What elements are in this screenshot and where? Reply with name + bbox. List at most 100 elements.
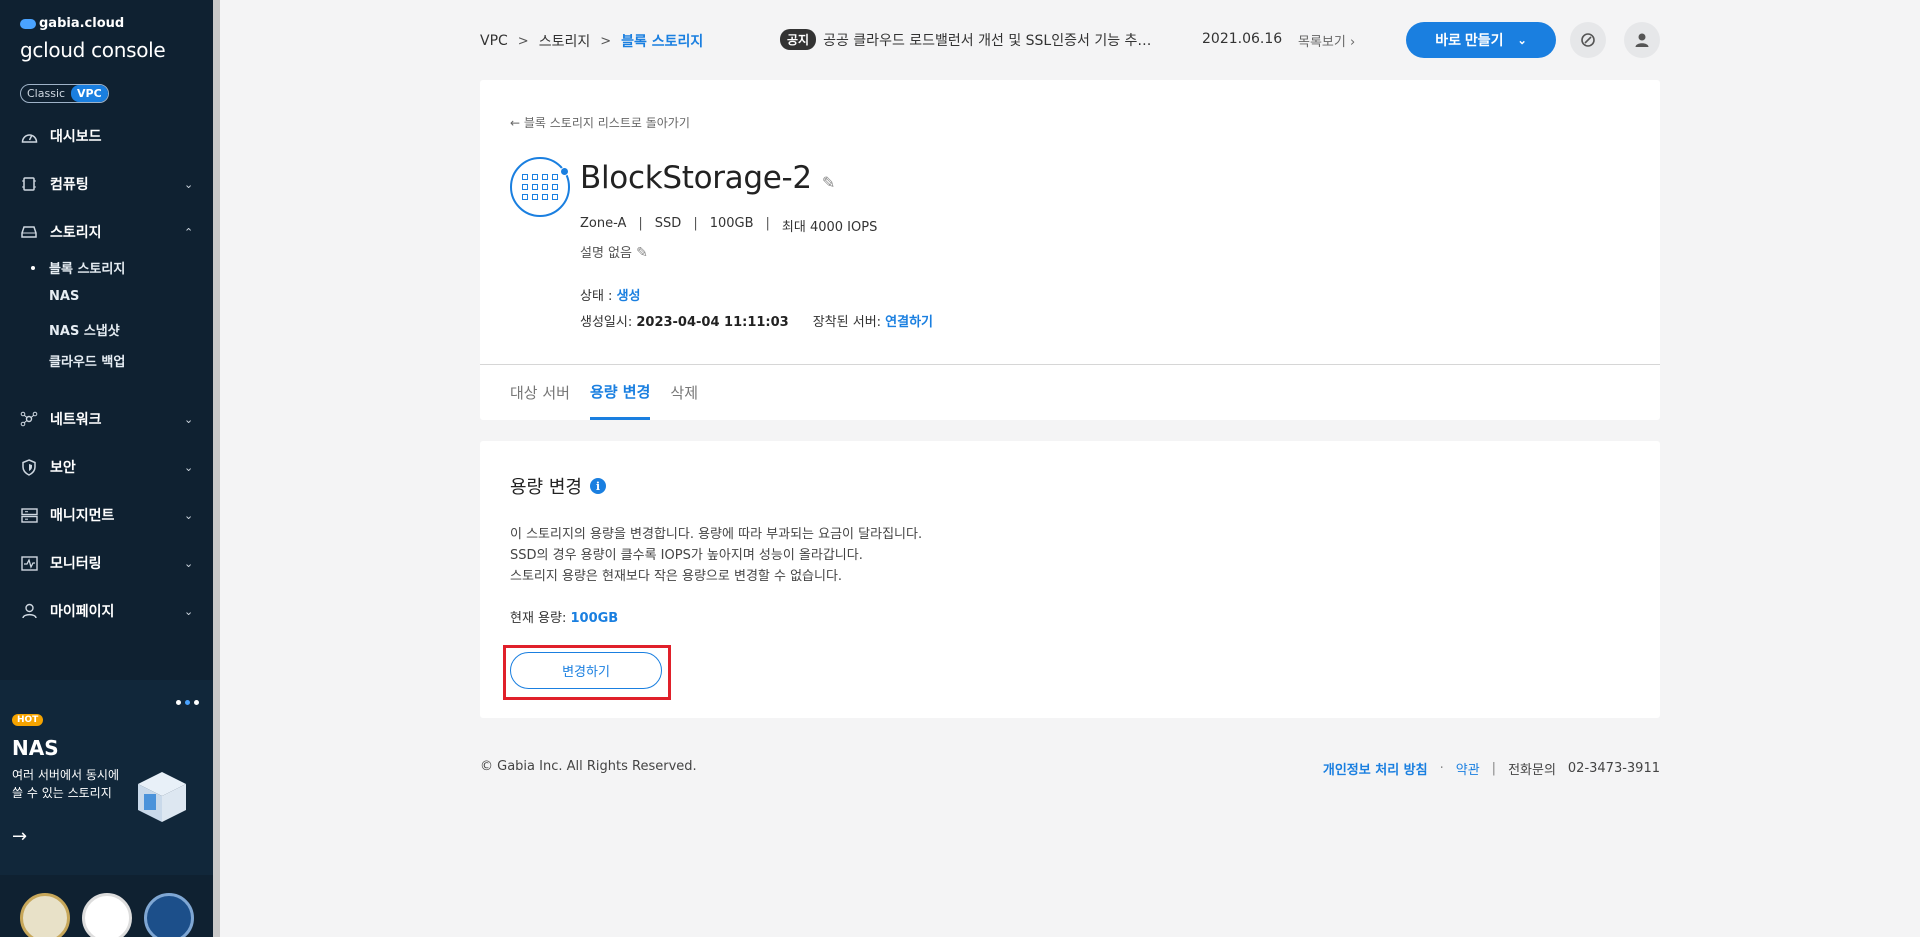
- privacy-policy-link[interactable]: 개인정보 처리 방침: [1323, 759, 1428, 778]
- sidebar-item-computing[interactable]: 컴퓨팅 ⌄: [0, 172, 213, 196]
- carousel-dot[interactable]: [176, 700, 181, 705]
- create-button[interactable]: 바로 만들기 ⌄: [1406, 22, 1556, 58]
- mode-toggle[interactable]: Classic VPC: [20, 84, 109, 103]
- current-capacity: 현재 용량: 100GB: [510, 607, 618, 626]
- sidebar-item-mypage[interactable]: 마이페이지 ⌄: [0, 599, 213, 623]
- breadcrumb-vpc[interactable]: VPC: [480, 33, 508, 49]
- storage-specs: Zone-A | SSD | 100GB | 최대 4000 IOPS: [580, 216, 877, 235]
- breadcrumb: VPC > 스토리지 > 블록 스토리지: [480, 31, 703, 51]
- active-dot: [31, 266, 35, 270]
- description-text: 설명 없음: [580, 246, 632, 261]
- gabia-logo[interactable]: gabia.cloud: [20, 16, 124, 31]
- sidebar-scrollbar[interactable]: [213, 0, 220, 937]
- capacity-desc-line: 이 스토리지의 용량을 변경합니다. 용량에 따라 부과되는 요금이 달라집니다…: [510, 527, 923, 542]
- chat-button[interactable]: [1570, 22, 1606, 58]
- console-title[interactable]: gcloud console: [20, 38, 166, 62]
- footer-links: 개인정보 처리 방침 · 약관 | 전화문의 02-3473-3911: [1323, 759, 1660, 778]
- chevron-down-icon: ⌄: [1517, 34, 1527, 47]
- capacity-card: 용량 변경 i 이 스토리지의 용량을 변경합니다. 용량에 따라 부과되는 요…: [480, 441, 1660, 718]
- chevron-down-icon: ⌄: [184, 556, 194, 570]
- carousel-dots[interactable]: [176, 700, 199, 705]
- cloud-logo-icon: [20, 18, 36, 29]
- create-button-label: 바로 만들기: [1435, 32, 1504, 48]
- capacity-desc-line: 스토리지 용량은 현재보다 작은 용량으로 변경할 수 없습니다.: [510, 569, 843, 584]
- notice-more-link[interactable]: 목록보기 ›: [1298, 31, 1355, 50]
- sidebar-item-label: 보안: [50, 460, 76, 476]
- spec-separator: |: [765, 216, 770, 231]
- breadcrumb-current: 블록 스토리지: [621, 34, 704, 50]
- sidebar-item-storage[interactable]: 스토리지 ⌃: [0, 220, 213, 244]
- chevron-down-icon: ⌄: [184, 604, 194, 618]
- storage-icon: [20, 223, 38, 241]
- user-icon: [1635, 33, 1649, 47]
- mode-vpc[interactable]: VPC: [71, 85, 108, 102]
- edit-description-icon[interactable]: ✎: [636, 245, 648, 261]
- sidebar-subitem-label: NAS 스냅샷: [49, 324, 120, 339]
- breadcrumb-storage[interactable]: 스토리지: [539, 31, 591, 51]
- promo-desc: 여러 서버에서 동시에 쓸 수 있는 스토리지: [12, 766, 132, 802]
- tab-delete[interactable]: 삭제: [670, 365, 698, 420]
- sidebar-item-monitoring[interactable]: 모니터링 ⌄: [0, 551, 213, 575]
- chip-icon: [20, 175, 38, 193]
- status-dot: [560, 167, 569, 176]
- tab-target-server[interactable]: 대상 서버: [510, 365, 570, 420]
- capacity-description: 이 스토리지의 용량을 변경합니다. 용량에 따라 부과되는 요금이 달라집니다…: [510, 524, 922, 587]
- phone-number: 02-3473-3911: [1567, 761, 1660, 776]
- phone-label: 전화문의: [1508, 763, 1556, 778]
- sidebar-item-security[interactable]: 보안 ⌄: [0, 455, 213, 479]
- hot-badge: HOT: [12, 714, 44, 726]
- topbar: VPC > 스토리지 > 블록 스토리지 공지 공공 클라우드 로드밸런서 개선…: [480, 22, 1660, 58]
- breadcrumb-separator-icon: >: [517, 33, 529, 49]
- mode-classic[interactable]: Classic: [21, 85, 71, 102]
- sidebar-item-label: 스토리지: [50, 225, 102, 241]
- created-info: 생성일시: 2023-04-04 11:11:03: [580, 311, 789, 330]
- connect-server-link[interactable]: 연결하기: [885, 315, 933, 330]
- info-icon[interactable]: i: [589, 478, 606, 494]
- carousel-dot[interactable]: [194, 700, 199, 705]
- spec-separator: |: [693, 216, 698, 231]
- footer: © Gabia Inc. All Rights Reserved. 개인정보 처…: [480, 759, 1660, 779]
- sidebar-item-network[interactable]: 네트워크 ⌄: [0, 407, 213, 431]
- capacity-title-text: 용량 변경: [510, 477, 582, 498]
- chevron-down-icon: ⌄: [184, 460, 194, 474]
- spec-zone: Zone-A: [580, 216, 627, 231]
- change-capacity-button[interactable]: 변경하기: [510, 652, 662, 689]
- sidebar-subitem-label: 블록 스토리지: [49, 262, 126, 277]
- notice-text[interactable]: 공공 클라우드 로드밸런서 개선 및 SSL인증서 기능 추…: [823, 30, 1151, 50]
- storage-description: 설명 없음 ✎: [580, 242, 648, 261]
- sidebar-item-dashboard[interactable]: 대시보드: [0, 124, 213, 148]
- tab-capacity-change[interactable]: 용량 변경: [589, 365, 651, 420]
- terms-link[interactable]: 약관: [1456, 759, 1480, 778]
- status-value: 생성: [616, 289, 641, 304]
- sidebar-subitem-nas-snapshot[interactable]: NAS 스냅샷: [0, 320, 213, 340]
- notice[interactable]: 공지 공공 클라우드 로드밸런서 개선 및 SSL인증서 기능 추…: [780, 29, 1151, 50]
- sidebar: gabia.cloud gcloud console Classic VPC 대…: [0, 0, 218, 937]
- promo-banner[interactable]: HOT NAS 여러 서버에서 동시에 쓸 수 있는 스토리지 →: [0, 680, 213, 875]
- notice-tag: 공지: [780, 29, 817, 50]
- chevron-down-icon: ⌄: [184, 177, 194, 191]
- footer-separator: |: [1491, 761, 1497, 776]
- sidebar-subitem-block-storage[interactable]: 블록 스토리지: [0, 258, 213, 278]
- sidebar-subitem-cloud-backup[interactable]: 클라우드 백업: [0, 351, 213, 371]
- status-line: 상태 : 생성: [580, 285, 641, 304]
- sidebar-subitem-label: 클라우드 백업: [49, 355, 126, 370]
- storage-detail-card: ← 블록 스토리지 리스트로 돌아가기 BlockStorage-2 ✎ Zone…: [480, 80, 1660, 420]
- edit-name-icon[interactable]: ✎: [822, 173, 835, 192]
- storage-name: BlockStorage-2 ✎: [580, 160, 835, 196]
- sidebar-item-label: 매니지먼트: [50, 508, 115, 524]
- arrow-right-icon[interactable]: →: [12, 826, 27, 847]
- back-link-label: 블록 스토리지 리스트로 돌아가기: [523, 116, 690, 130]
- profile-button[interactable]: [1624, 22, 1660, 58]
- monitoring-icon: [20, 554, 38, 572]
- carousel-dot-active[interactable]: [185, 700, 190, 705]
- back-link[interactable]: ← 블록 스토리지 리스트로 돌아가기: [510, 114, 690, 131]
- spec-size: 100GB: [709, 216, 754, 231]
- copyright: © Gabia Inc. All Rights Reserved.: [480, 759, 697, 774]
- capacity-title: 용량 변경 i: [510, 473, 606, 499]
- capacity-desc-line: SSD의 경우 용량이 클수록 IOPS가 높아지며 성능이 올라갑니다.: [510, 548, 863, 563]
- csap-badge-icon: [144, 893, 194, 937]
- sidebar-item-label: 마이페이지: [50, 604, 115, 620]
- sidebar-item-management[interactable]: 매니지먼트 ⌄: [0, 503, 213, 527]
- chat-icon: [1581, 33, 1595, 47]
- sidebar-subitem-nas[interactable]: NAS: [0, 289, 213, 309]
